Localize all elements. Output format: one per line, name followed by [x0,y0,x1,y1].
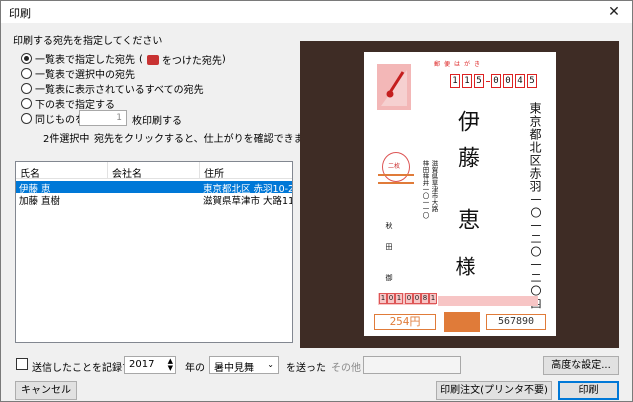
bottom-left-code: 254円 [374,314,436,330]
column-header-name[interactable]: 氏名 [16,162,108,180]
cancel-button[interactable]: キャンセル [15,381,77,400]
title-bar: 印刷 ✕ [1,1,632,23]
radio-button[interactable] [21,52,32,64]
copies-suffix: 枚印刷する [132,116,182,127]
season-select[interactable]: 暑中見舞 ⌄ [209,356,279,374]
printer-mark-icon [146,54,159,65]
sender-zip-digit: 1 [429,293,437,304]
radio-button[interactable] [21,67,32,79]
stamp-pin-icon [381,70,407,106]
sender-address: 滋賀県草津市大路 [430,160,438,212]
marked-note-label: をつけた宛先 [161,56,222,67]
wave-stamp-icon [444,312,480,332]
sender-address-2: 梓田梓井一〇一一〇 [421,160,429,219]
radio-same-copies[interactable]: 同じものを [21,111,85,126]
recipient-family-name: 伊藤 [454,110,479,182]
year-spinner[interactable]: 2017 ▲ ▼ [124,356,176,374]
radio-specify-below[interactable]: 下の表で指定する [21,96,115,111]
recipient-address-line1: 東京都北区赤羽 [528,102,542,193]
zip-digit: 5 [474,74,484,88]
row-company [111,181,199,193]
stamp-lines [378,174,414,184]
radio-label: 同じものを [35,114,85,126]
zip-digit: 5 [527,74,537,88]
other-input[interactable] [363,356,461,374]
stamp-image [377,64,411,110]
zip-digit: 0 [491,74,501,88]
row-address: 東京都北区 赤羽10-2 [203,184,292,193]
column-header-company[interactable]: 会社名 [108,162,200,180]
print-dialog: 印刷 ✕ 印刷する宛先を指定してください 一覧表で指定した宛先 ( をつけた宛先… [0,0,633,402]
postcard-header: 郵便はがき [434,61,485,68]
recipient-address-line2: 一〇一二〇一二〇四 [529,194,542,311]
radio-all-displayed[interactable]: 一覧表に表示されているすべての宛先 [21,81,204,96]
radio-label: 一覧表に表示されているすべての宛先 [35,84,204,96]
row-name: 加藤 直樹 [19,196,61,205]
pink-bar [438,296,538,306]
recipient-given-name: 恵 [454,208,479,230]
marked-note: ( をつけた宛先 ) [139,54,226,67]
sender-zip-digit: 1 [379,293,387,304]
copies-input[interactable]: 1 [79,110,127,126]
zip-digit: 1 [462,74,472,88]
selection-hint: 宛先をクリックすると、仕上がりを確認できます [94,134,314,145]
radio-label: 一覧表で指定した宛先 [35,54,135,66]
print-order-button[interactable]: 印刷注文(プリンタ不要) [436,381,552,400]
sender-zip-digit: 0 [413,293,421,304]
recipient-honorific: 様 [452,256,476,276]
address-list[interactable]: 氏名 会社名 住所 伊藤 恵 東京都北区 赤羽10-2 加藤 直樹 滋賀県草津市… [15,161,293,343]
table-row[interactable]: 加藤 直樹 滋賀県草津市 大路11- [16,193,292,205]
section-label: 印刷する宛先を指定してください [13,36,163,47]
column-header-address[interactable]: 住所 [200,162,292,180]
radio-button[interactable] [21,97,32,109]
radio-button[interactable] [21,112,32,124]
radio-button[interactable] [21,82,32,94]
postcard-preview[interactable]: 郵便はがき 1 1 5 0 0 4 5 東京都北区赤羽 一〇一二〇一二〇四 伊藤… [300,41,619,348]
zip-digit: 4 [515,74,525,88]
year-suffix: 年の [185,363,205,374]
sender-zip-digit: 0 [405,293,413,304]
radio-label: 下の表で指定する [35,99,115,111]
row-address: 滋賀県草津市 大路11- [203,196,292,205]
season-value: 暑中見舞 [214,363,254,374]
postcard: 郵便はがき 1 1 5 0 0 4 5 東京都北区赤羽 一〇一二〇一二〇四 伊藤… [364,52,556,336]
table-row[interactable]: 伊藤 恵 東京都北区 赤羽10-2 [16,181,292,193]
other-label: その他 [331,363,361,374]
sender-name: 秋田 [385,222,393,264]
sender-zip: 1 0 1 0 0 8 1 [378,293,437,305]
spinner-arrows-icon[interactable]: ▲ ▼ [168,358,173,372]
record-checkbox[interactable] [16,358,28,370]
zip-digit: 0 [503,74,513,88]
print-button[interactable]: 印刷 [558,381,619,400]
sender-zip-digit: 0 [387,293,395,304]
stamp-text: 二枚 [388,163,401,170]
sender-zip-digit: 1 [395,293,403,304]
zip-digit: 1 [450,74,460,88]
close-icon[interactable]: ✕ [602,3,626,21]
row-name: 伊藤 恵 [19,184,51,193]
bottom-right-code: 567890 [486,314,546,330]
radio-label: 一覧表で選択中の宛先 [35,69,135,81]
radio-specified-in-list[interactable]: 一覧表で指定した宛先 [21,51,135,66]
row-company [111,193,199,205]
chevron-down-icon[interactable]: ⌄ [267,360,274,369]
year-value: 2017 [129,359,155,370]
advanced-settings-button[interactable]: 高度な設定... [543,356,619,375]
sender-zip-digit: 8 [421,293,429,304]
window-title: 印刷 [9,7,31,20]
selection-count: 2件選択中 [43,134,90,145]
radio-selected-in-list[interactable]: 一覧表で選択中の宛先 [21,66,135,81]
sent-suffix: を送った [286,363,326,374]
